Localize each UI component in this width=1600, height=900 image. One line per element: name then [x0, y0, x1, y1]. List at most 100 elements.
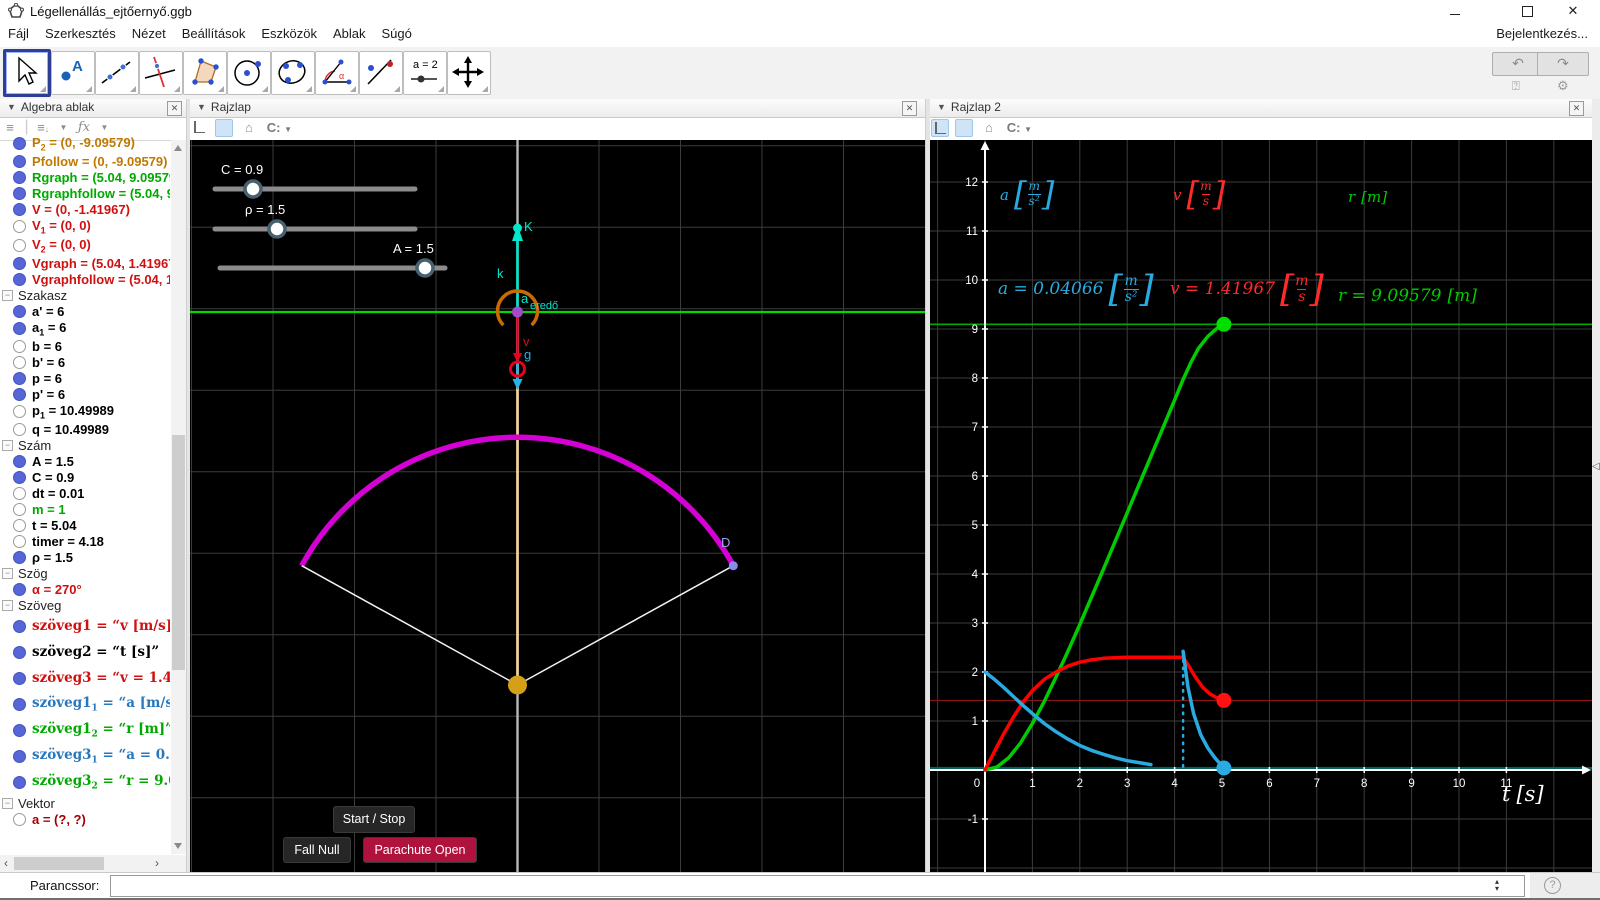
menu-item-nézet[interactable]: Nézet [124, 22, 174, 45]
point-D[interactable] [728, 561, 738, 571]
visibility-marble[interactable] [13, 322, 26, 335]
load-point[interactable] [508, 675, 527, 695]
point-capturing-icon[interactable]: C: ▼ [1004, 119, 1034, 137]
point-tool-button[interactable]: A [51, 51, 95, 95]
menu-item-fájl[interactable]: Fájl [0, 22, 37, 45]
algebra-row[interactable]: szöveg12 = “r [m]” [0, 717, 170, 743]
restore-button[interactable] [1512, 3, 1542, 19]
algebra-row[interactable]: V1 = (0, 0) [0, 217, 170, 236]
algebra-row[interactable]: Rgraphfollow = (5.04, 9.09579) [0, 185, 170, 201]
gfx2-close-icon[interactable]: ✕ [1569, 101, 1584, 116]
collapse-icon[interactable]: − [2, 289, 13, 301]
algebra-row[interactable]: szöveg2 = “t [s]” [0, 639, 170, 665]
trace-point[interactable] [1216, 760, 1232, 776]
scroll-left-icon[interactable]: ‹ [4, 856, 8, 870]
algebra-row[interactable]: szöveg32 = “r = 9.09579 [m]” [0, 769, 170, 795]
algebra-row[interactable]: b' = 6 [0, 354, 170, 370]
panel-dropdown-icon[interactable]: ▼ [7, 102, 16, 112]
gfx2-canvas[interactable]: 0 1 2 3 4 5 6 7 8 9 10 11 -1 1 2 3 4 5 6 7 8 9 10 11 12 a[m s²] v[… [930, 140, 1592, 872]
slider-knob[interactable] [415, 258, 435, 278]
algebra-row[interactable]: p' = 6 [0, 386, 170, 402]
visibility-marble[interactable] [13, 550, 26, 564]
scroll-up-icon[interactable] [174, 145, 182, 151]
slider-knob[interactable] [267, 219, 287, 239]
help-icon[interactable]: ⍰ [1512, 78, 1520, 94]
visibility-marble[interactable] [13, 304, 26, 318]
parachute-cord-right[interactable] [517, 565, 734, 686]
visibility-marble[interactable] [13, 619, 26, 633]
redo-button[interactable]: ↷ [1537, 52, 1589, 76]
visibility-marble[interactable] [13, 534, 26, 548]
move-view-tool-button[interactable] [447, 51, 491, 95]
angle-tool-button[interactable]: α [315, 51, 359, 95]
panel-dropdown-icon[interactable]: ▼ [197, 102, 206, 112]
algebra-row[interactable]: Vgraphfollow = (5.04, 1.41967) [0, 271, 170, 287]
close-button[interactable]: ✕ [1558, 3, 1588, 19]
visibility-marble[interactable] [13, 470, 26, 484]
algebra-vertical-scrollbar[interactable] [171, 140, 186, 854]
trace-point[interactable] [1216, 316, 1232, 332]
conic-tool-button[interactable] [271, 51, 315, 95]
visibility-marble[interactable] [13, 170, 26, 184]
algebra-row[interactable]: szöveg3 = “v = 1.41967 [m/s]” [0, 665, 170, 691]
algebra-row[interactable]: szöveg1 = “v [m/s]” [0, 613, 170, 639]
algebra-row[interactable]: szöveg11 = “a [m/s²]” [0, 691, 170, 717]
collapse-icon[interactable]: − [2, 599, 13, 611]
menu-item-beállítások[interactable]: Beállítások [174, 22, 254, 45]
gfx1-header[interactable]: ▼ Rajzlap ✕ [190, 99, 925, 118]
visibility-marble[interactable] [13, 671, 26, 685]
slider-knob[interactable] [243, 179, 263, 199]
visibility-marble[interactable] [13, 239, 26, 252]
visibility-marble[interactable] [13, 775, 26, 789]
show-grid-icon[interactable] [955, 119, 974, 137]
visibility-marble[interactable] [13, 518, 26, 532]
special-line-tool-button[interactable] [139, 51, 183, 95]
circle-tool-button[interactable] [227, 51, 271, 95]
move-tool-button[interactable] [3, 49, 51, 97]
visibility-marble[interactable] [13, 723, 26, 737]
algebra-row[interactable]: Pfollow = (0, -9.09579) [0, 153, 170, 169]
algebra-row[interactable]: V2 = (0, 0) [0, 236, 170, 255]
collapse-icon[interactable]: − [2, 439, 13, 451]
button-start-stop[interactable]: Start / Stop [333, 806, 415, 833]
reflect-tool-button[interactable] [359, 51, 403, 95]
show-axes-icon[interactable] [191, 119, 209, 137]
algebra-row[interactable]: α = 270° [0, 581, 170, 597]
polygon-tool-button[interactable] [183, 51, 227, 95]
algebra-row[interactable]: a' = 6 [0, 303, 170, 319]
home-icon[interactable]: ⌂ [240, 119, 258, 137]
visibility-marble[interactable] [13, 454, 26, 468]
algebra-row[interactable]: t = 5.04 [0, 517, 170, 533]
algebra-row[interactable]: dt = 0.01 [0, 485, 170, 501]
menu-item-ablak[interactable]: Ablak [325, 22, 374, 45]
visibility-marble[interactable] [13, 220, 26, 233]
button-parachute-open[interactable]: Parachute Open [363, 837, 477, 863]
expand-panel-icon[interactable]: ◁ [1592, 461, 1600, 472]
visibility-marble[interactable] [13, 186, 26, 200]
point-capturing-icon[interactable]: C: ▼ [264, 119, 294, 137]
collapse-icon[interactable]: − [2, 797, 13, 809]
algebra-panel-header[interactable]: ▼ Algebra ablak ✕ [0, 99, 186, 118]
algebra-row[interactable]: p = 6 [0, 370, 170, 386]
show-axes-icon[interactable] [931, 119, 949, 137]
menu-item-eszközök[interactable]: Eszközök [253, 22, 325, 45]
scroll-down-icon[interactable] [174, 843, 182, 849]
visibility-marble[interactable] [13, 154, 26, 168]
collapsed-panel-strip[interactable]: ◁ [1592, 99, 1600, 872]
sign-in-link[interactable]: Bejelentkezés... [1496, 26, 1588, 41]
algebra-row[interactable]: p1 = 10.49989 [0, 402, 170, 421]
visibility-marble[interactable] [13, 272, 26, 286]
visibility-marble[interactable] [13, 486, 26, 500]
button-fall-null[interactable]: Fall Null [283, 837, 351, 863]
algebra-row[interactable]: m = 1 [0, 501, 170, 517]
minimize-button[interactable] [1440, 3, 1470, 19]
algebra-row[interactable]: szöveg31 = “a = 0.04066 [m/s²]” [0, 743, 170, 769]
trace-point[interactable] [1216, 692, 1232, 708]
visibility-marble[interactable] [13, 582, 26, 596]
visibility-marble[interactable] [13, 749, 26, 763]
line-tool-button[interactable] [95, 51, 139, 95]
gfx2-header[interactable]: ▼ Rajzlap 2 ✕ [930, 99, 1592, 118]
visibility-marble[interactable] [13, 137, 26, 150]
command-input[interactable] [110, 875, 1525, 897]
settings-gear-icon[interactable]: ⚙ [1557, 78, 1569, 94]
